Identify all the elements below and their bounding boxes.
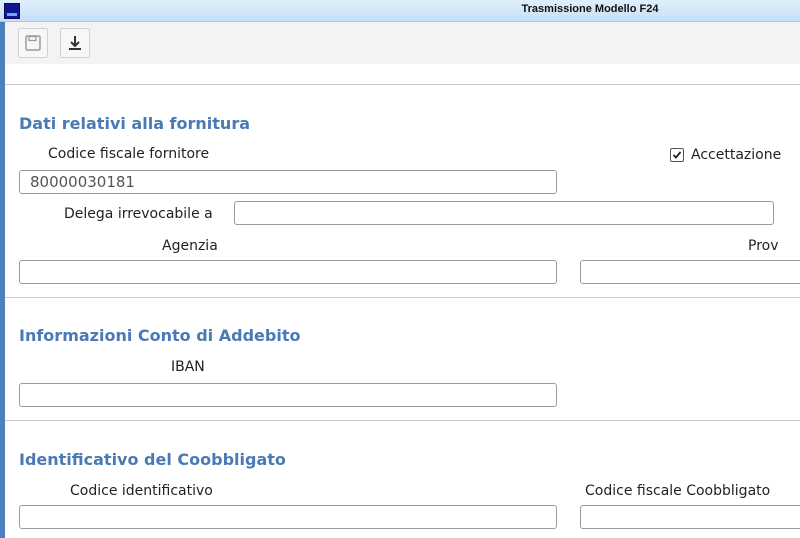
section-divider (5, 84, 800, 85)
codice-fiscale-coobbligato-label: Codice fiscale Coobbligato (585, 483, 771, 499)
iban-label: IBAN (171, 359, 205, 375)
section-title-fornitura: Dati relativi alla fornitura (19, 114, 250, 133)
window-title: Trasmissione Modello F24 (521, 3, 659, 15)
toolbar (5, 22, 800, 64)
window-left-edge (0, 22, 5, 538)
codice-identificativo-input[interactable] (19, 505, 557, 529)
section-divider (5, 420, 800, 421)
delega-label: Delega irrevocabile a (64, 206, 213, 222)
section-title-conto: Informazioni Conto di Addebito (19, 326, 301, 345)
section-divider (5, 297, 800, 298)
save-icon (24, 34, 42, 52)
delega-input[interactable] (234, 201, 774, 225)
download-button[interactable] (60, 28, 90, 58)
codice-identificativo-label: Codice identificativo (70, 483, 213, 499)
iban-input[interactable] (19, 383, 557, 407)
window-titlebar: Trasmissione Modello F24 (0, 0, 800, 22)
section-title-coobbligato: Identificativo del Coobbligato (19, 450, 286, 469)
agenzia-input[interactable] (19, 260, 557, 284)
download-icon (66, 34, 84, 52)
agenzia-label: Agenzia (162, 238, 218, 254)
accettazione-checkbox[interactable] (670, 148, 684, 162)
prov-input[interactable] (580, 260, 800, 284)
codice-fiscale-fornitore-label: Codice fiscale fornitore (48, 146, 210, 162)
save-button[interactable] (18, 28, 48, 58)
prov-label: Prov (748, 238, 779, 254)
check-icon (672, 151, 682, 159)
codice-fiscale-coobbligato-input[interactable] (580, 505, 800, 529)
codice-fiscale-fornitore-input[interactable] (19, 170, 557, 194)
accettazione-label: Accettazione (691, 147, 782, 163)
